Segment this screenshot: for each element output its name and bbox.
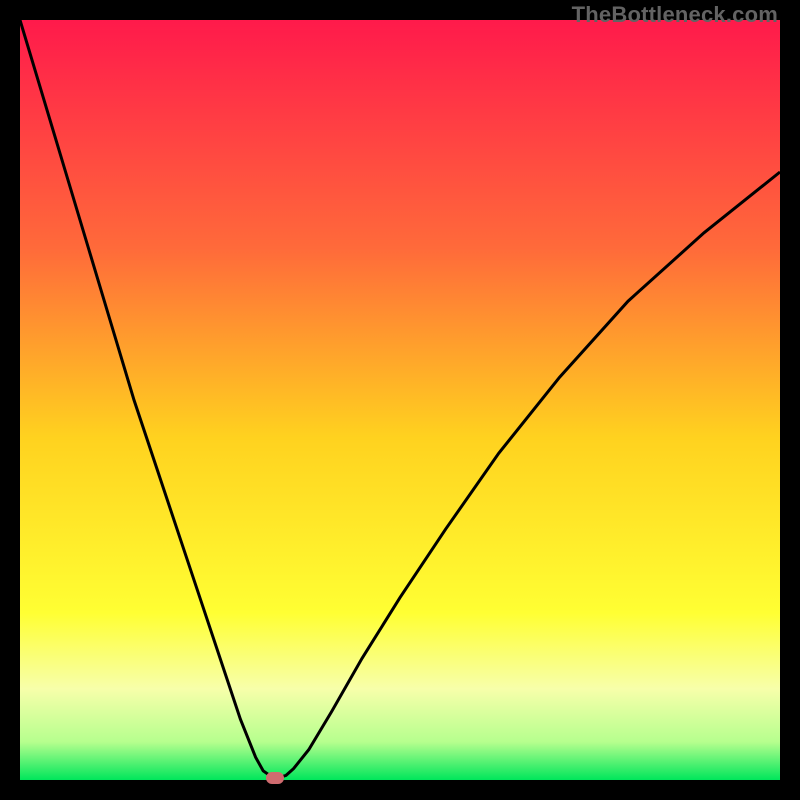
watermark-text: TheBottleneck.com <box>572 2 778 28</box>
optimal-marker <box>266 772 284 784</box>
chart-frame <box>20 20 780 780</box>
bottleneck-chart <box>20 20 780 780</box>
